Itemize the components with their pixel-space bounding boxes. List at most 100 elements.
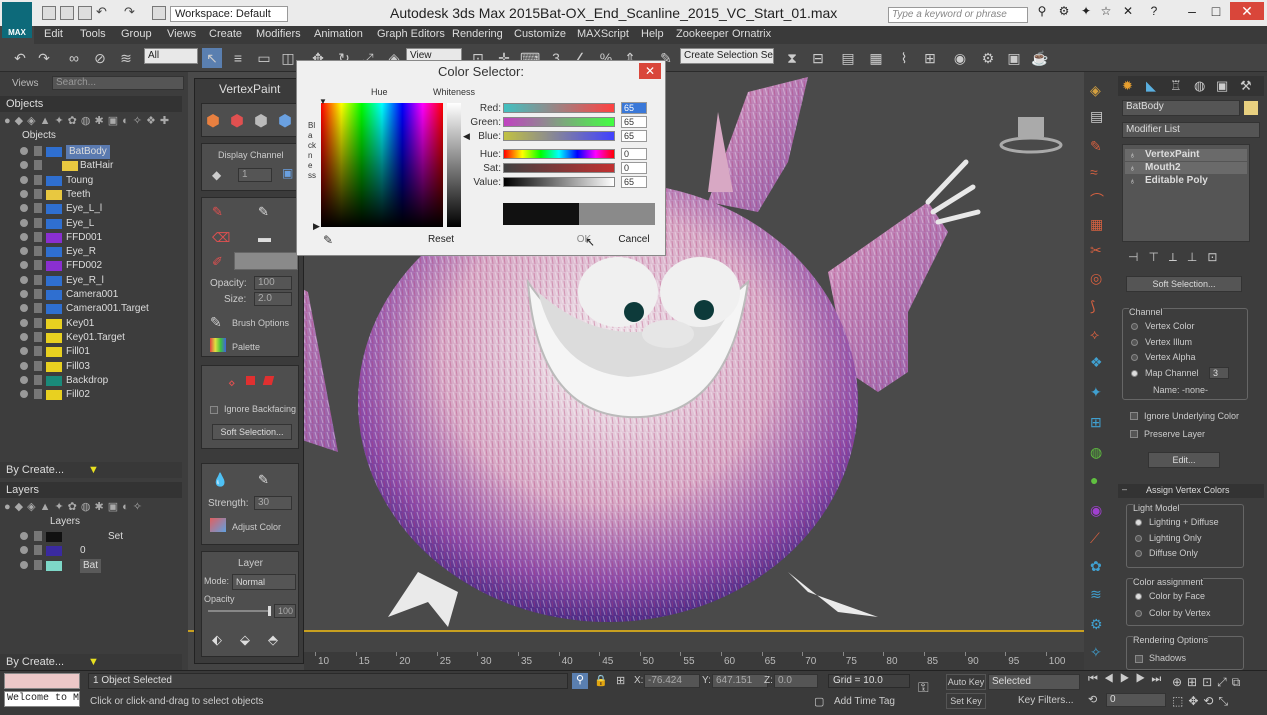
- selection-lock-icon[interactable]: 🔒: [594, 674, 608, 687]
- layer-visibility-icon[interactable]: [20, 560, 28, 569]
- select-by-name-icon[interactable]: ≡: [228, 48, 248, 68]
- menu-customize[interactable]: Customize: [514, 28, 566, 40]
- auto-key-button[interactable]: Auto Key: [946, 674, 986, 690]
- paint-all-icon[interactable]: ✎: [212, 204, 223, 220]
- current-frame-spinner[interactable]: 0: [1106, 693, 1166, 707]
- opacity-spinner[interactable]: 100: [254, 276, 292, 290]
- object-list-item[interactable]: Eye_L_l: [0, 202, 180, 216]
- layer-color-swatch[interactable]: [46, 560, 62, 571]
- brush-options-icon[interactable]: ✎: [210, 314, 222, 331]
- layer-list-item[interactable]: Set: [0, 530, 180, 544]
- time-tag-icon[interactable]: ▢: [814, 695, 824, 708]
- help-icon[interactable]: ?: [1142, 2, 1166, 20]
- modifier-stack-item[interactable]: ♁ Editable Poly: [1125, 175, 1247, 187]
- green-slider[interactable]: [503, 117, 615, 127]
- visibility-icon[interactable]: [20, 361, 28, 370]
- create-tab-icon[interactable]: ✹: [1122, 78, 1133, 94]
- freeze-icon[interactable]: [34, 231, 42, 242]
- stack-tools[interactable]: ⊣⊤⟂⊥⊡: [1128, 250, 1248, 268]
- ribbon-tool-icon[interactable]: ❖: [1090, 354, 1103, 371]
- absolute-mode-icon[interactable]: ⊞: [616, 674, 625, 687]
- object-list-item[interactable]: Camera001: [0, 288, 180, 302]
- object-list-item[interactable]: Fill01: [0, 345, 180, 359]
- menu-graph-editors[interactable]: Graph Editors: [377, 28, 445, 40]
- layer-opacity-slider[interactable]: [208, 610, 270, 612]
- visibility-icon[interactable]: [20, 332, 28, 341]
- binoculars-icon[interactable]: ⚲: [1030, 2, 1054, 20]
- link-icon[interactable]: ∞: [64, 48, 84, 68]
- set-key-icon[interactable]: ⚿: [918, 679, 929, 696]
- modify-tab-icon[interactable]: ◣: [1146, 78, 1156, 94]
- freeze-icon[interactable]: [34, 146, 42, 156]
- layer-freeze-icon[interactable]: [34, 545, 42, 556]
- visibility-icon[interactable]: [20, 147, 28, 155]
- new-layer-icon[interactable]: ⬖: [212, 632, 222, 648]
- menu-animation[interactable]: Animation: [314, 28, 363, 40]
- object-list-item[interactable]: FFD002: [0, 259, 180, 273]
- menu-zookeeper[interactable]: Zookeeper: [676, 28, 729, 40]
- new-file-icon[interactable]: [42, 6, 56, 20]
- red-spinner[interactable]: 65: [621, 102, 647, 114]
- channel-lock-icon[interactable]: ▣: [282, 166, 293, 180]
- color-picker-icon[interactable]: ✐: [212, 254, 223, 270]
- freeze-icon[interactable]: [34, 188, 42, 199]
- freeze-icon[interactable]: [34, 274, 42, 285]
- paint-brush-icon[interactable]: ✎: [258, 204, 269, 220]
- ribbon-tool-icon[interactable]: ▤: [1090, 108, 1103, 125]
- align-icon[interactable]: ⊟: [808, 48, 828, 68]
- freeze-icon[interactable]: [34, 331, 42, 342]
- menu-modifiers[interactable]: Modifiers: [256, 28, 301, 40]
- layer-filter-icons[interactable]: ●◆◈▲✦✿◍✱▣◐✧: [4, 500, 180, 513]
- objects-tab[interactable]: Objects: [0, 96, 182, 112]
- key-filters-button[interactable]: Key Filters...: [1018, 695, 1074, 706]
- assign-vertex-colors-rollout[interactable]: – Assign Vertex Colors: [1118, 484, 1264, 498]
- ribbon-tool-icon[interactable]: ⊞: [1090, 414, 1102, 431]
- unlink-icon[interactable]: ⊘: [90, 48, 110, 68]
- size-spinner[interactable]: 2.0: [254, 292, 292, 306]
- redo-icon[interactable]: ↷: [34, 48, 54, 68]
- maxscript-listener-input[interactable]: [4, 673, 80, 689]
- explorer-filter-icons[interactable]: ●◆◈▲✦✿◍✱▣◐✧❖✚: [4, 114, 180, 127]
- layer-opacity-spinner[interactable]: 100: [274, 604, 296, 618]
- select-vertex-icon[interactable]: [246, 376, 255, 385]
- ribbon-tool-icon[interactable]: ⟋: [1090, 530, 1100, 547]
- menu-views[interactable]: Views: [167, 28, 196, 40]
- condense-layers-icon[interactable]: ⬘: [268, 632, 278, 648]
- freeze-icon[interactable]: [34, 260, 42, 271]
- blue-spinner[interactable]: 65: [621, 130, 647, 142]
- menu-edit[interactable]: Edit: [44, 28, 63, 40]
- object-list-item[interactable]: Toung: [0, 174, 180, 188]
- channel-option-radio[interactable]: [1131, 369, 1138, 377]
- save-file-icon[interactable]: [78, 6, 92, 20]
- utilities-tab-icon[interactable]: ⚒: [1240, 78, 1252, 94]
- y-coordinate[interactable]: 647.151: [712, 674, 768, 688]
- sat-slider[interactable]: [503, 163, 615, 173]
- ribbon-tool-icon[interactable]: ⟡: [1090, 326, 1099, 343]
- ribbon-tool-icon[interactable]: ≋: [1090, 586, 1102, 603]
- freeze-icon[interactable]: [34, 346, 42, 357]
- ribbon-tool-icon[interactable]: ◉: [1090, 502, 1102, 519]
- menu-group[interactable]: Group: [121, 28, 152, 40]
- menu-maxscript[interactable]: MAXScript: [577, 28, 629, 40]
- visibility-icon[interactable]: [20, 375, 28, 384]
- visibility-icon[interactable]: [20, 175, 28, 184]
- curve-editor-icon[interactable]: ⌇: [894, 48, 914, 68]
- visibility-icon[interactable]: [20, 189, 28, 198]
- color-assign-option-radio[interactable]: [1135, 593, 1142, 600]
- workspace-select[interactable]: Workspace: Default: [170, 6, 288, 22]
- delete-layer-icon[interactable]: ⬙: [240, 632, 250, 648]
- soft-selection-button[interactable]: Soft Selection...: [212, 424, 292, 440]
- object-list-item[interactable]: BatBody: [0, 145, 180, 159]
- edit-button[interactable]: Edit...: [1148, 452, 1220, 468]
- z-coordinate[interactable]: 0.0: [774, 674, 818, 688]
- layer-color-swatch[interactable]: [46, 532, 62, 542]
- light-model-option-radio[interactable]: [1135, 519, 1142, 526]
- key-mode-icon[interactable]: ⟲: [1088, 693, 1097, 706]
- display-tab-icon[interactable]: ▣: [1216, 78, 1228, 94]
- schematic-view-icon[interactable]: ⊞: [920, 48, 940, 68]
- redo-icon[interactable]: ↷: [124, 5, 138, 20]
- adjust-color-icon[interactable]: [210, 518, 226, 532]
- paint-toggle-icon[interactable]: ⬢: [206, 111, 220, 131]
- select-mode-icon[interactable]: ⋄: [228, 376, 236, 390]
- blackness-pointer-icon[interactable]: ▶: [313, 221, 320, 232]
